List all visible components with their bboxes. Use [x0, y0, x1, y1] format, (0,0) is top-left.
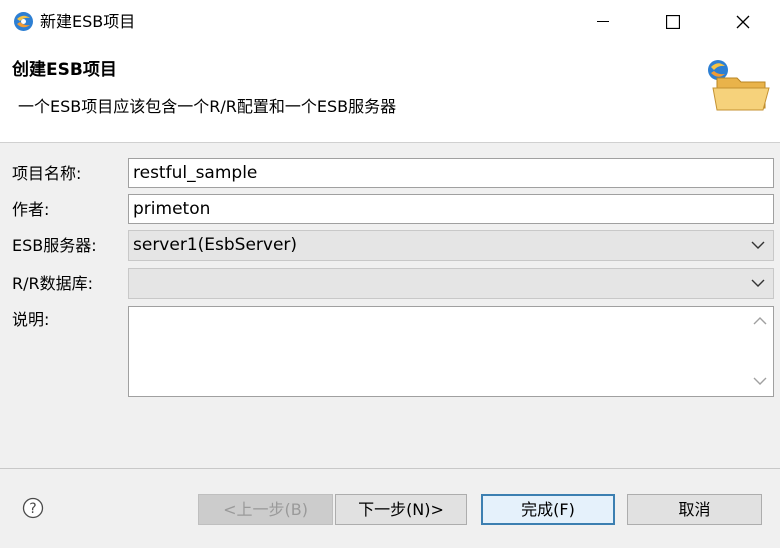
window-title: 新建ESB项目: [40, 12, 136, 31]
description-label: 说明:: [12, 310, 50, 329]
project-name-input[interactable]: restful_sample: [128, 158, 774, 188]
cancel-button[interactable]: 取消: [627, 494, 762, 525]
esb-server-label: ESB服务器:: [12, 236, 97, 255]
project-name-label: 项目名称:: [12, 164, 82, 183]
page-title: 创建ESB项目: [12, 60, 117, 80]
minimize-icon: [597, 21, 609, 22]
chevron-down-icon: [751, 241, 765, 249]
maximize-button[interactable]: [650, 0, 696, 44]
esb-server-value: server1(EsbServer): [133, 235, 298, 255]
esb-server-select[interactable]: server1(EsbServer): [128, 230, 774, 261]
folder-icon: [708, 60, 770, 111]
svg-text:?: ?: [29, 501, 36, 517]
page-description: 一个ESB项目应该包含一个R/R配置和一个ESB服务器: [18, 97, 397, 116]
title-bar: 新建ESB项目: [0, 0, 780, 44]
back-button[interactable]: <上一步(B): [198, 494, 333, 525]
rr-database-select[interactable]: [128, 268, 774, 299]
rr-database-label: R/R数据库:: [12, 274, 94, 293]
close-icon: [736, 15, 750, 29]
author-input[interactable]: primeton: [128, 194, 774, 224]
scroll-up-icon[interactable]: [753, 316, 767, 326]
author-label: 作者:: [12, 200, 50, 219]
maximize-icon: [666, 15, 680, 29]
wizard-footer: ? <上一步(B) 下一步(N)> 完成(F) 取消: [0, 469, 780, 548]
close-button[interactable]: [720, 0, 766, 44]
chevron-down-icon: [751, 279, 765, 287]
wizard-banner: 创建ESB项目 一个ESB项目应该包含一个R/R配置和一个ESB服务器: [0, 44, 780, 143]
project-form: 项目名称: restful_sample 作者: primeton ESB服务器…: [0, 143, 780, 469]
app-logo-icon: [14, 12, 33, 31]
minimize-button[interactable]: [580, 0, 626, 44]
next-button[interactable]: 下一步(N)>: [335, 494, 467, 525]
help-icon[interactable]: ?: [22, 497, 44, 519]
scroll-down-icon[interactable]: [753, 376, 767, 386]
finish-button[interactable]: 完成(F): [481, 494, 615, 525]
description-textarea[interactable]: [128, 306, 774, 397]
